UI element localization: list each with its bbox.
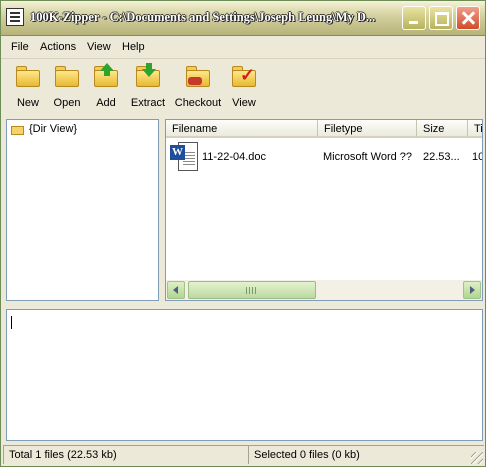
- app-icon[interactable]: [6, 8, 24, 26]
- open-button[interactable]: Open: [52, 63, 82, 115]
- cell-time: 10: [472, 151, 482, 163]
- view-label: View: [232, 97, 256, 109]
- scroll-left-button[interactable]: [167, 281, 185, 299]
- menu-bar: File Actions View Help: [1, 36, 485, 59]
- folder-open-icon: [53, 63, 81, 89]
- dir-tree-pane[interactable]: {Dir View}: [6, 119, 159, 301]
- cell-size: 22.53...: [423, 151, 460, 163]
- tree-item-label: {Dir View}: [29, 123, 78, 135]
- title-bar[interactable]: 100K-Zipper - C:\Documents and Settings\…: [1, 1, 485, 36]
- extract-label: Extract: [130, 97, 166, 109]
- column-header-filetype[interactable]: Filetype: [318, 120, 417, 138]
- menu-help[interactable]: Help: [122, 41, 145, 53]
- folder-icon: [11, 124, 25, 135]
- column-header-time[interactable]: Ti: [468, 120, 482, 138]
- status-bar: Total 1 files (22.53 kb) Selected 0 file…: [1, 443, 485, 466]
- app-window: 100K-Zipper - C:\Documents and Settings\…: [0, 0, 486, 467]
- view-check-icon: ✓: [230, 63, 258, 89]
- log-textarea[interactable]: [6, 309, 483, 441]
- file-list-pane[interactable]: Filename Filetype Size Ti W 11-22-04.doc…: [165, 119, 483, 301]
- horizontal-splitter[interactable]: [1, 301, 485, 309]
- scroll-thumb[interactable]: [188, 281, 316, 299]
- column-header-size[interactable]: Size: [417, 120, 468, 138]
- toolbar: New Open Add Extract Checkout ✓ View: [1, 59, 485, 117]
- cell-filetype: Microsoft Word ??: [323, 151, 413, 163]
- menu-actions[interactable]: Actions: [40, 41, 76, 53]
- checkout-icon: [184, 63, 212, 89]
- checkout-button[interactable]: Checkout: [173, 63, 223, 115]
- open-label: Open: [53, 97, 81, 109]
- maximize-button[interactable]: [429, 6, 453, 30]
- word-document-icon: W: [170, 142, 200, 172]
- folder-new-icon: [14, 63, 42, 89]
- checkout-label: Checkout: [174, 97, 222, 109]
- tree-item-dir-view[interactable]: {Dir View}: [11, 123, 77, 135]
- add-arrow-icon: [92, 63, 120, 89]
- close-button[interactable]: [456, 6, 480, 30]
- menu-file[interactable]: File: [11, 41, 29, 53]
- new-label: New: [16, 97, 39, 109]
- extract-button[interactable]: Extract: [129, 63, 167, 115]
- extract-arrow-icon: [134, 63, 162, 89]
- status-selected: Selected 0 files (0 kb): [248, 445, 484, 464]
- scroll-right-button[interactable]: [463, 281, 481, 299]
- new-button[interactable]: New: [13, 63, 43, 115]
- window-title: 100K-Zipper - C:\Documents and Settings\…: [30, 10, 376, 24]
- column-header-filename[interactable]: Filename: [166, 120, 318, 138]
- add-label: Add: [96, 97, 116, 109]
- horizontal-scrollbar[interactable]: [166, 280, 482, 300]
- menu-view[interactable]: View: [87, 41, 111, 53]
- text-caret: [11, 316, 12, 329]
- cell-filename: 11-22-04.doc: [202, 151, 267, 163]
- resize-grip[interactable]: [471, 452, 483, 464]
- status-total: Total 1 files (22.53 kb): [3, 445, 248, 464]
- minimize-button[interactable]: [402, 6, 426, 30]
- view-button[interactable]: ✓ View: [229, 63, 259, 115]
- table-row[interactable]: W 11-22-04.doc Microsoft Word ?? 22.53..…: [166, 141, 482, 171]
- add-button[interactable]: Add: [91, 63, 121, 115]
